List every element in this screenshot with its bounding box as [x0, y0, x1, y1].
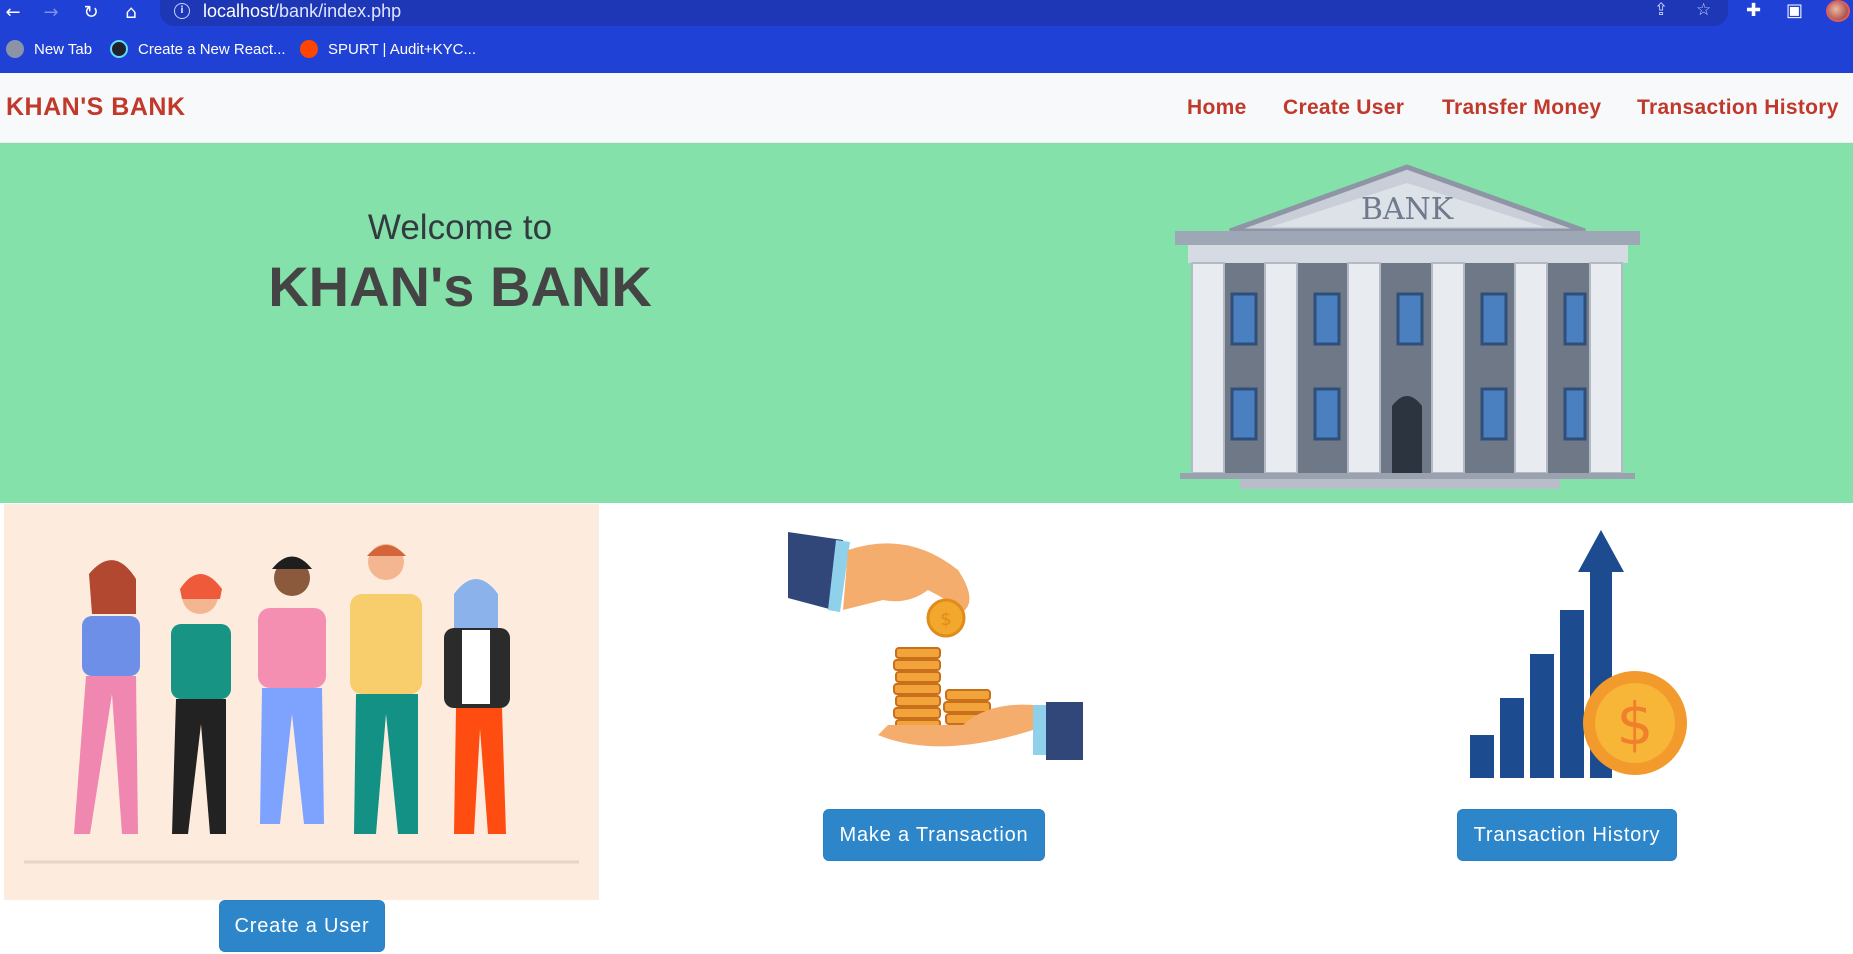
- hero-banner: Welcome to KHAN's BANK BANK: [0, 143, 1853, 503]
- bank-sign-text: BANK: [1361, 192, 1454, 227]
- create-user-button[interactable]: Create a User: [219, 900, 385, 952]
- nav-transfer-money[interactable]: Transfer Money: [1442, 96, 1601, 120]
- globe-icon: [6, 40, 24, 58]
- nav-home[interactable]: Home: [1187, 96, 1247, 120]
- hero-title: KHAN's BANK: [268, 255, 652, 318]
- nav-transaction-history[interactable]: Transaction History: [1637, 96, 1839, 120]
- url-text[interactable]: localhost/bank/index.php: [203, 1, 401, 22]
- money-transfer-illustration: $: [788, 532, 1083, 760]
- bookmark-label: Create a New React...: [138, 40, 286, 58]
- site-info-icon[interactable]: i: [174, 3, 190, 19]
- svg-text:$: $: [1617, 690, 1654, 758]
- people-illustration: [4, 504, 599, 900]
- make-transaction-button[interactable]: Make a Transaction: [823, 809, 1045, 861]
- reddit-icon: [300, 40, 318, 58]
- brand-logo[interactable]: KHAN'S BANK: [6, 93, 186, 122]
- bank-building-image: BANK: [1175, 164, 1640, 489]
- bookmark-spurt[interactable]: SPURT | Audit+KYC...: [300, 36, 476, 62]
- forward-icon[interactable]: →: [38, 0, 64, 24]
- back-icon[interactable]: ←: [0, 0, 26, 24]
- bookmark-label: New Tab: [34, 40, 93, 58]
- react-icon: [110, 40, 128, 58]
- bookmarks-bar: New Tab Create a New React... SPURT | Au…: [0, 36, 1853, 64]
- svg-text:$: $: [940, 609, 951, 630]
- bookmark-react[interactable]: Create a New React...: [110, 36, 286, 62]
- browser-chrome: ← → ↻ ⌂ i localhost/bank/index.php ⇪ ☆ ✚…: [0, 0, 1853, 73]
- bookmark-new-tab[interactable]: New Tab: [6, 36, 92, 62]
- home-icon[interactable]: ⌂: [118, 0, 144, 24]
- side-panel-icon[interactable]: ▣: [1786, 0, 1803, 21]
- hero-welcome: Welcome to: [367, 208, 553, 247]
- browser-toolbar: ← → ↻ ⌂ i localhost/bank/index.php ⇪ ☆ ✚…: [0, 0, 1853, 28]
- address-bar[interactable]: i localhost/bank/index.php ⇪ ☆: [160, 0, 1728, 26]
- extensions-icon[interactable]: ✚: [1746, 0, 1761, 21]
- share-icon[interactable]: ⇪: [1654, 0, 1668, 20]
- site-navbar: KHAN'S BANK Home Create User Transfer Mo…: [0, 73, 1853, 143]
- growth-chart-illustration: $: [1470, 530, 1687, 778]
- nav-create-user[interactable]: Create User: [1283, 96, 1404, 120]
- profile-avatar[interactable]: [1826, 0, 1850, 22]
- bookmark-label: SPURT | Audit+KYC...: [328, 40, 476, 58]
- transaction-history-button[interactable]: Transaction History: [1457, 809, 1677, 861]
- reload-icon[interactable]: ↻: [78, 0, 104, 24]
- star-icon[interactable]: ☆: [1696, 0, 1711, 20]
